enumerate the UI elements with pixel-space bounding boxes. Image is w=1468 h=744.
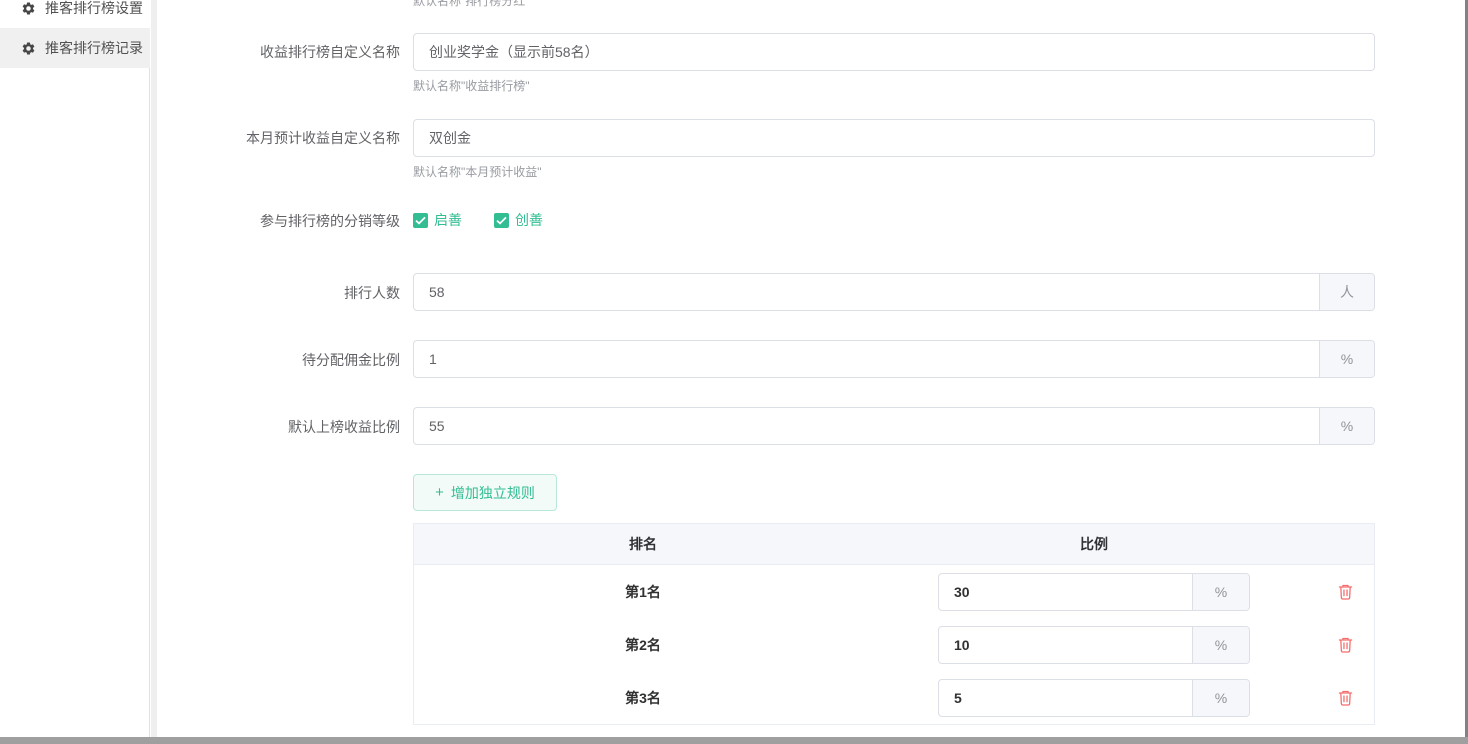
month-income-name-input[interactable]	[414, 120, 1374, 156]
sidebar-item-ranking-settings[interactable]: 推客排行榜设置	[0, 0, 150, 28]
month-income-name-hint: 默认名称"本月预计收益"	[413, 164, 542, 180]
pending-commission-input[interactable]	[414, 341, 1319, 377]
revenue-rank-name-hint: 默认名称"收益排行榜"	[413, 78, 530, 94]
admin-settings-page: 推客排行榜设置 推客排行榜记录 默认名称"排行榜分红" 收益排行榜自定义名称 默…	[0, 0, 1468, 744]
rank-ratio-table: 排名 比例 第1名 % 第2名 %	[413, 523, 1375, 725]
checkbox-checked-icon	[413, 213, 428, 228]
rank-count-input[interactable]	[414, 274, 1319, 310]
level-checkbox-qishan[interactable]: 启善	[413, 210, 462, 230]
sidebar: 推客排行榜设置 推客排行榜记录	[0, 0, 150, 744]
delete-row-button[interactable]	[1337, 582, 1354, 601]
rank-cell: 第2名	[414, 635, 872, 655]
gear-icon	[21, 1, 36, 16]
month-income-name-field	[413, 119, 1375, 157]
table-row: 第1名 %	[414, 565, 1374, 618]
table-row: 第2名 %	[414, 618, 1374, 671]
default-ratio-field: %	[413, 407, 1375, 445]
checkbox-label: 启善	[434, 210, 462, 230]
actions-cell	[1316, 582, 1374, 601]
plus-icon: +	[435, 485, 444, 500]
sidebar-item-ranking-records[interactable]: 推客排行榜记录	[0, 28, 150, 68]
delete-row-button[interactable]	[1337, 688, 1354, 707]
levels-label: 参与排行榜的分销等级	[150, 211, 400, 231]
revenue-rank-name-field	[413, 33, 1375, 71]
rank-cell: 第1名	[414, 582, 872, 602]
actions-cell	[1316, 635, 1374, 654]
table-row: 第3名 %	[414, 671, 1374, 724]
window-bottom-edge	[0, 737, 1468, 744]
month-income-name-label: 本月预计收益自定义名称	[150, 128, 400, 148]
add-rule-button-label: 增加独立规则	[451, 483, 535, 503]
levels-checkbox-group: 启善 创善	[413, 210, 543, 230]
delete-row-button[interactable]	[1337, 635, 1354, 654]
scrollbar-track[interactable]	[151, 0, 157, 744]
checkbox-checked-icon	[494, 213, 509, 228]
default-ratio-unit: %	[1319, 408, 1374, 444]
rank-cell: 第3名	[414, 688, 872, 708]
default-ratio-input[interactable]	[414, 408, 1319, 444]
rank-count-unit: 人	[1319, 274, 1374, 310]
percent-unit: %	[1192, 627, 1249, 663]
field-hint-clipped: 默认名称"排行榜分红"	[413, 0, 530, 9]
pending-commission-field: %	[413, 340, 1375, 378]
rank-count-field: 人	[413, 273, 1375, 311]
rank-count-label: 排行人数	[150, 283, 400, 303]
ratio-cell: %	[872, 626, 1316, 664]
ratio-field: %	[938, 679, 1250, 717]
sidebar-item-label: 推客排行榜记录	[45, 38, 143, 58]
add-rule-button[interactable]: + 增加独立规则	[413, 474, 557, 511]
revenue-rank-name-label: 收益排行榜自定义名称	[150, 42, 400, 62]
percent-unit: %	[1192, 574, 1249, 610]
sidebar-item-label: 推客排行榜设置	[45, 0, 143, 18]
ratio-input[interactable]	[939, 627, 1192, 663]
ratio-cell: %	[872, 679, 1316, 717]
level-checkbox-chuangshan[interactable]: 创善	[494, 210, 543, 230]
percent-unit: %	[1192, 680, 1249, 716]
ratio-cell: %	[872, 573, 1316, 611]
revenue-rank-name-input[interactable]	[414, 34, 1374, 70]
rank-column-header: 排名	[414, 534, 872, 554]
ratio-field: %	[938, 573, 1250, 611]
pending-commission-label: 待分配佣金比例	[150, 350, 400, 370]
pending-commission-unit: %	[1319, 341, 1374, 377]
ratio-column-header: 比例	[872, 534, 1316, 554]
ratio-input[interactable]	[939, 680, 1192, 716]
default-ratio-label: 默认上榜收益比例	[150, 417, 400, 437]
gear-icon	[21, 41, 36, 56]
ratio-input[interactable]	[939, 574, 1192, 610]
checkbox-label: 创善	[515, 210, 543, 230]
table-header-row: 排名 比例	[414, 524, 1374, 565]
actions-cell	[1316, 688, 1374, 707]
ratio-field: %	[938, 626, 1250, 664]
